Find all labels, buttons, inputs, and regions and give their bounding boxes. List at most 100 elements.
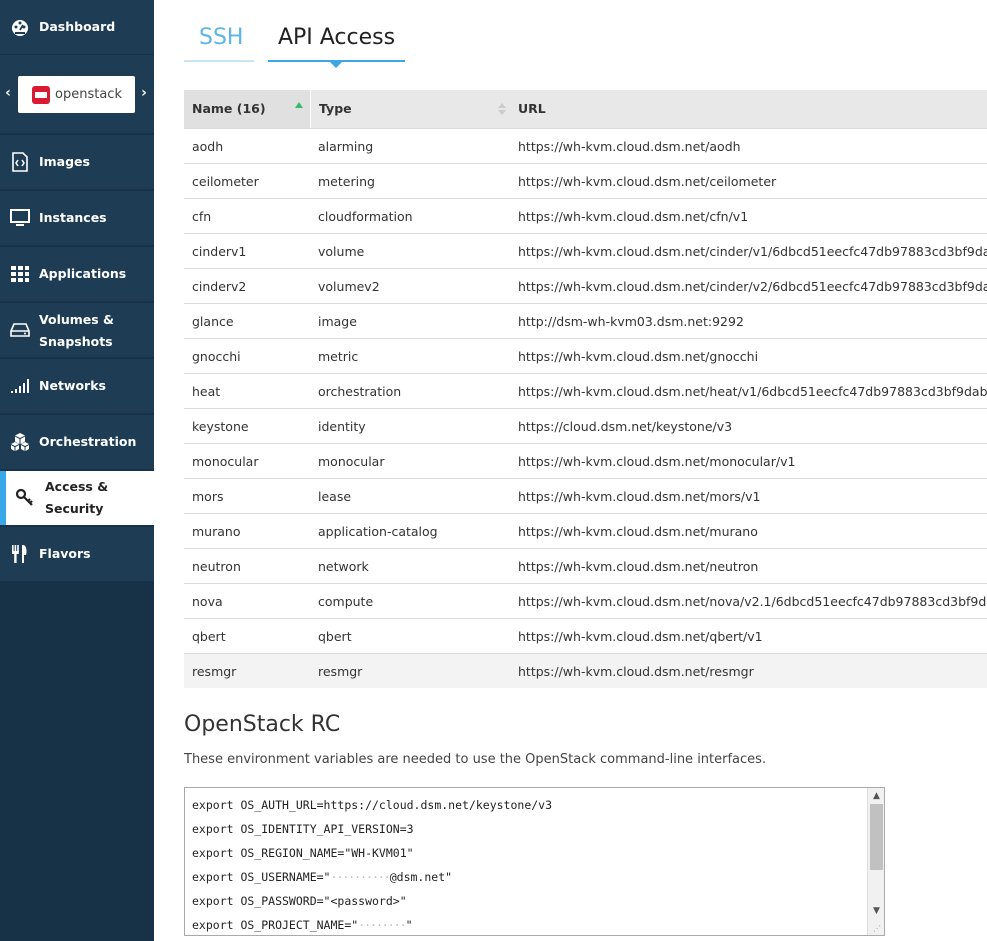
sidebar-item-label: Flavors [39,546,91,561]
cell-type: volumev2 [318,279,380,294]
orchestration-icon [9,431,31,453]
tab-api-access[interactable]: API Access [268,22,405,68]
table-row: glance image http://dsm-wh-kvm03.dsm.net:9… [184,303,987,338]
table-row: cfn cloudformation https://wh-kvm.cloud.ds… [184,198,987,233]
sidebar-item-volumes-snapshots[interactable]: Volumes & Snapshots [0,303,154,358]
tab-ssh[interactable]: SSH [184,22,254,62]
sidebar-item-applications[interactable]: Applications [0,247,154,302]
cell-type: compute [318,594,374,609]
table-row: keystone identity https://cloud.dsm.net/ke… [184,408,987,443]
sidebar-item-label: Networks [39,378,106,393]
openstack-logo[interactable]: openstack [18,76,135,113]
column-header-url[interactable]: URL [510,90,987,128]
rc-text: " [405,918,413,932]
cell-name: monocular [192,454,259,469]
table-row: aodh alarming https://wh-kvm.cloud.dsm.net… [184,128,987,163]
cell-name: cinderv1 [192,244,247,259]
scrollbar[interactable]: ▲ ▼ [867,788,884,935]
cell-name: neutron [192,559,241,574]
table-row: ceilometer metering https://wh-kvm.cloud.d… [184,163,987,198]
table-row: cinderv2 volumev2 https://wh-kvm.cloud.dsm… [184,268,987,303]
chevron-right-icon[interactable]: › [139,85,149,101]
scroll-thumb[interactable] [870,804,883,870]
cell-type: qbert [318,629,352,644]
rc-text: export OS_REGION_NAME="WH-KVM01" [192,846,414,860]
rc-line: export OS_REGION_NAME="WH-KVM01" [192,841,552,865]
cell-name: aodh [192,139,224,154]
cell-name: murano [192,524,241,539]
rc-line: export OS_IDENTITY_API_VERSION=3 [192,817,552,841]
sidebar-item-networks[interactable]: Networks [0,359,154,414]
sort-icon [498,103,506,115]
rc-text: export OS_IDENTITY_API_VERSION=3 [192,822,414,836]
sort-ascending-icon [295,102,303,108]
header-label: Type [319,101,352,116]
sidebar-item-label: Instances [39,210,107,225]
sidebar-item-flavors[interactable]: Flavors [0,527,154,582]
cell-type: identity [318,419,366,434]
cell-name: gnocchi [192,349,241,364]
scroll-down-icon[interactable]: ▼ [868,903,884,919]
sidebar-item-label: Volumes & Snapshots [39,309,114,353]
table-row: qbert qbert https://wh-kvm.cloud.dsm.net/q… [184,618,987,653]
cell-name: ceilometer [192,174,259,189]
sidebar-item-label: Access & Security [45,479,109,516]
cell-type: metric [318,349,359,364]
cell-url: https://wh-kvm.cloud.dsm.net/aodh [518,139,741,154]
sidebar-item-dashboard[interactable]: Dashboard [0,0,154,55]
sidebar-item-label: Dashboard [39,19,116,34]
sidebar-item-access-security[interactable]: Access & Security [0,471,154,526]
cell-name: mors [192,489,224,504]
table-row: heat orchestration https://wh-kvm.cloud.ds… [184,373,987,408]
table-body: aodh alarming https://wh-kvm.cloud.dsm.net… [184,128,987,688]
cell-url: https://wh-kvm.cloud.dsm.net/ceilometer [518,174,777,189]
cell-url: https://wh-kvm.cloud.dsm.net/murano [518,524,758,539]
applications-icon [9,263,31,285]
cell-type: image [318,314,357,329]
cell-type: network [318,559,369,574]
sidebar: Dashboard ‹ openstack › Images Instances… [0,0,154,941]
cell-name: resmgr [192,664,237,679]
sidebar-item-label: Orchestration [39,434,137,449]
cell-url: https://wh-kvm.cloud.dsm.net/heat/v1/6db… [518,384,987,399]
cell-url: https://wh-kvm.cloud.dsm.net/gnocchi [518,349,759,364]
dashboard-icon [9,16,31,38]
cell-name: heat [192,384,221,399]
instances-icon [9,207,31,229]
cell-name: cfn [192,209,212,224]
cell-name: glance [192,314,234,329]
cell-type: volume [318,244,365,259]
cell-url: https://wh-kvm.cloud.dsm.net/cinder/v1/6… [518,244,987,259]
api-endpoints-table: Name (16) Type URL aodh alarming https://w… [184,90,987,688]
key-icon [14,487,36,509]
table-row: nova compute https://wh-kvm.cloud.dsm.net/… [184,583,987,618]
cell-url: https://wh-kvm.cloud.dsm.net/cinder/v2/6… [518,279,987,294]
rc-content: export OS_AUTH_URL=https://cloud.dsm.net… [192,793,553,935]
images-icon [9,151,31,173]
table-row: mors lease https://wh-kvm.cloud.dsm.net/mo… [184,478,987,513]
tab-label: API Access [277,25,396,50]
sidebar-item-label: Images [39,154,90,169]
rc-textarea[interactable]: export OS_AUTH_URL=https://cloud.dsm.net… [184,787,885,936]
sidebar-item-images[interactable]: Images [0,135,154,190]
sidebar-item-orchestration[interactable]: Orchestration [0,415,154,470]
active-tab-caret [329,61,343,68]
resize-grip-icon[interactable]: ⋰ [873,924,883,934]
cell-type: lease [318,489,352,504]
table-header: Name (16) Type URL [184,90,987,128]
logo-text: openstack [55,87,122,102]
rc-text: export OS_AUTH_URL=https://cloud.dsm.net… [192,798,553,812]
label-line-2: Snapshots [39,334,113,349]
cell-type: cloudformation [318,209,413,224]
column-header-type[interactable]: Type [310,90,510,128]
chevron-left-icon[interactable]: ‹ [3,85,13,101]
cell-url: https://wh-kvm.cloud.dsm.net/nova/v2.1/6… [518,594,987,609]
scroll-up-icon[interactable]: ▲ [868,788,884,804]
region-selector: ‹ openstack › [0,55,154,134]
flavors-icon [9,543,31,565]
column-header-name[interactable]: Name (16) [184,90,310,128]
cell-url: https://wh-kvm.cloud.dsm.net/cfn/v1 [518,209,749,224]
cell-type: monocular [318,454,385,469]
sidebar-item-instances[interactable]: Instances [0,191,154,246]
redacted-text: ·········· [330,870,390,884]
